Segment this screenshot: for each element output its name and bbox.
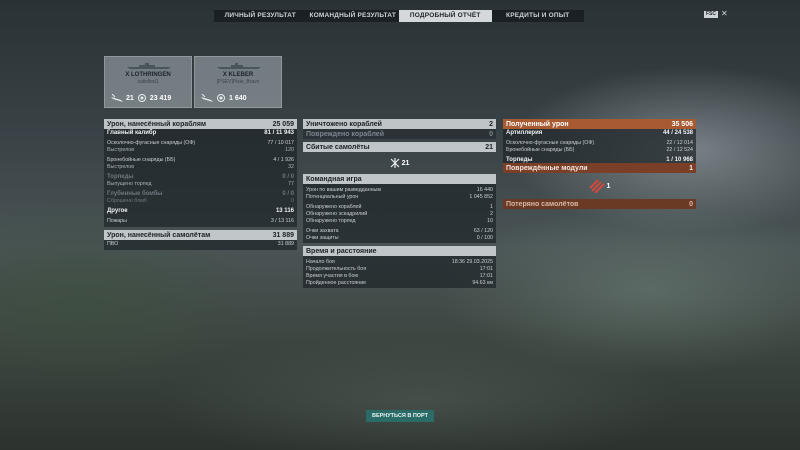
ship-kills-icon [111, 94, 123, 102]
ship-kills-icon [201, 94, 213, 102]
damage-received-header: Полученный урон 35 506 [503, 119, 696, 129]
kills-value: 21 [126, 94, 134, 102]
tab-personal-result[interactable]: ЛИЧНЫЙ РЕЗУЛЬТАТ [214, 10, 307, 22]
torpedoes-launched-row: Выпущено торпед 77 [107, 180, 294, 187]
team-row: Очки захвата 63 / 120 [306, 227, 493, 234]
main-battery-row: Главный калибр 81 / 11 943 [107, 129, 294, 136]
damage-ships-header: Урон, нанесённый кораблям 25 059 [104, 119, 297, 129]
ship-name: X LOTHRINGEN [125, 72, 171, 78]
ship-stats: 1 640 [201, 94, 275, 102]
damaged-modules-header: Повреждённые модули 1 [503, 163, 696, 173]
ship-silhouette-icon [127, 63, 171, 69]
ap-shells-row: Бронебойные снаряды (ББ) 4 / 1 926 [107, 156, 294, 163]
ship-name: X KLEBER [222, 72, 254, 78]
damage-planes-header: Урон, нанесённый самолётам 31 889 [104, 230, 297, 240]
time-row: Продолжительность боя 17:01 [306, 265, 493, 272]
time-row: Начало боя 18:36 29.03.2025 [306, 258, 493, 265]
time-row: Пройденное расстояние 94.63 км [306, 279, 493, 286]
close-icon[interactable]: ✕ [721, 10, 728, 18]
tab-team-result[interactable]: КОМАНДНЫЙ РЕЗУЛЬТАТ [307, 10, 400, 22]
depth-charges-row: Глубинные бомбы 0 / 0 [107, 190, 294, 197]
fires-row: Пожары 3 / 13 116 [107, 217, 294, 224]
ships-destroyed-header: Уничтожено кораблей 2 [303, 119, 496, 129]
damaged-module-icon-row: 1 [503, 173, 696, 199]
ap-received-row: Бронебойные снаряды (ББ) 22 / 12 524 [506, 146, 693, 153]
plane-shot-icon [390, 158, 400, 168]
ap-shots-row: Выстрелов 32 [107, 163, 294, 170]
he-shells-row: Осколочно-фугасные снаряды (ОФ) 77 / 10 0… [107, 139, 294, 146]
ships-damaged-row: Повреждено кораблей 0 [303, 129, 496, 139]
xp-icon [217, 94, 225, 102]
he-received-row: Осколочно-фугасные снаряды (ОФ) 22 / 12 0… [506, 139, 693, 146]
ship-card-lothringen[interactable]: X LOTHRINGEN satisfied1 21 23 419 [104, 56, 192, 108]
he-shots-row: Выстрелов 120 [107, 146, 294, 153]
xp-value: 23 419 [149, 94, 172, 102]
team-row: Обнаружено кораблей 1 [306, 203, 493, 210]
return-to-port-button[interactable]: ВЕРНУТЬСЯ В ПОРТ [366, 410, 434, 422]
xp-icon [137, 94, 146, 102]
tab-detailed-report[interactable]: ПОДРОБНЫЙ ОТЧЁТ [399, 10, 492, 22]
player-name: [PSEV]Pixie_Bravo [216, 79, 260, 85]
fsc-badge[interactable]: FSC [704, 10, 718, 18]
team-row: Обнаружено торпед 10 [306, 217, 493, 224]
planes-lost-header: Потеряно самолётов 0 [503, 199, 696, 209]
time-distance-header: Время и расстояние [303, 246, 496, 256]
team-play-header: Командная игра [303, 174, 496, 184]
ship-stats: 21 23 419 [111, 94, 185, 102]
team-row: Очки защиты 0 / 100 [306, 234, 493, 241]
planes-shot-header: Сбитые самолёты 21 [303, 142, 496, 152]
torpedoes-row: Торпеды 0 / 0 [107, 173, 294, 180]
ship-silhouette-icon [217, 63, 261, 69]
top-right-controls: FSC ✕ [704, 10, 728, 18]
combat-panel: Уничтожено кораблей 2 Повреждено кораблей… [303, 119, 496, 288]
planes-shot-icon-row: 21 [303, 152, 496, 174]
team-row: Обнаружено эскадрилий 2 [306, 210, 493, 217]
other-row: Другое 13 116 [107, 207, 294, 214]
xp-value: 1 640 [229, 94, 247, 102]
ship-card-kleber[interactable]: X KLEBER [PSEV]Pixie_Bravo 1 640 [194, 56, 282, 108]
artillery-row: Артиллерия 44 / 24 538 [506, 129, 693, 136]
time-distance-list: Начало боя 18:36 29.03.2025 Продолжительно… [303, 256, 496, 288]
torpedoes-received-row: Торпеды 1 / 10 968 [506, 156, 693, 163]
team-row: Потенциальный урон 1 045 852 [306, 193, 493, 200]
time-row: Время участия в бою 17:01 [306, 272, 493, 279]
damage-received-panel: Полученный урон 35 506 Артиллерия 44 / 24 … [503, 119, 696, 209]
depth-dropped-row: Сброшено бомб 0 [107, 197, 294, 204]
report-tabs: ЛИЧНЫЙ РЕЗУЛЬТАТ КОМАНДНЫЙ РЕЗУЛЬТАТ ПОД… [214, 10, 584, 22]
damaged-module-icon [588, 179, 605, 193]
tab-credits-xp[interactable]: КРЕДИТЫ И ОПЫТ [492, 10, 585, 22]
aa-row: ПВО 31 889 [107, 240, 294, 247]
player-name: satisfied1 [137, 79, 159, 85]
damage-dealt-panel: Урон, нанесённый кораблям 25 059 Главный … [104, 119, 297, 250]
team-row: Урон по вашим разведданным 16 440 [306, 186, 493, 193]
team-play-list: Урон по вашим разведданным 16 440 Потенциа… [303, 184, 496, 243]
